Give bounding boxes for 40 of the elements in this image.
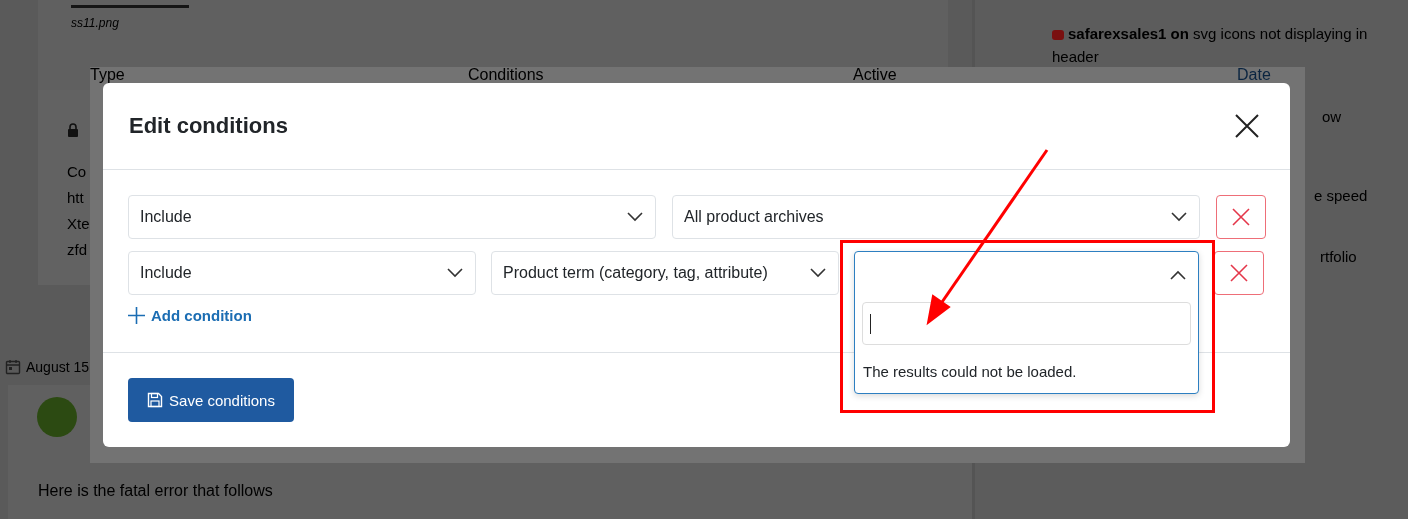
remove-button[interactable] bbox=[1214, 251, 1264, 295]
post-text: Here is the fatal error that follows bbox=[38, 482, 274, 500]
calendar-icon bbox=[5, 359, 21, 375]
select-field[interactable]: Include bbox=[128, 195, 656, 239]
search-field[interactable] bbox=[862, 302, 1191, 345]
post-text-line: Co bbox=[67, 162, 87, 182]
chevron-down-icon bbox=[627, 212, 643, 222]
select-dropdown[interactable]: The results could not be loaded. bbox=[854, 251, 1199, 394]
select-field[interactable]: Product term (category, tag, attribute) bbox=[491, 251, 839, 295]
avatar bbox=[37, 397, 77, 437]
close-icon bbox=[1232, 208, 1250, 226]
activity-text: ow bbox=[1322, 108, 1342, 125]
plus-icon bbox=[128, 307, 145, 324]
post-text-line: Xte bbox=[67, 214, 90, 234]
text-cursor-icon bbox=[870, 313, 871, 334]
column-header: Conditions bbox=[468, 67, 544, 83]
chevron-down-icon bbox=[1171, 212, 1187, 222]
attachment-caption: ss11.png bbox=[71, 16, 120, 30]
column-header: Active bbox=[853, 67, 897, 83]
chevron-down-icon bbox=[447, 268, 463, 278]
post-date: August 15 bbox=[26, 359, 90, 375]
close-icon[interactable] bbox=[1235, 114, 1259, 138]
post-text-line: zfd bbox=[67, 240, 87, 260]
column-header: Type bbox=[90, 67, 125, 83]
save-button[interactable]: Save conditions bbox=[128, 378, 294, 422]
post-text-line: htt bbox=[67, 188, 84, 208]
column-header: Date bbox=[1237, 67, 1271, 83]
dialog-title: Edit conditions bbox=[129, 113, 288, 139]
activity-text: safarexsales1 on svg icons not displaying in header bbox=[1052, 24, 1369, 67]
add-condition-button[interactable]: Add condition bbox=[128, 307, 252, 324]
dropdown-message: The results could not be loaded. bbox=[863, 363, 1077, 380]
lock-icon bbox=[67, 123, 79, 137]
chevron-up-icon bbox=[1170, 270, 1186, 280]
chevron-down-icon bbox=[810, 268, 826, 278]
activity-text: rtfolio bbox=[1320, 248, 1357, 265]
select-field[interactable]: All product archives bbox=[672, 195, 1200, 239]
close-icon bbox=[1230, 264, 1248, 282]
activity-text: e speed bbox=[1314, 187, 1368, 204]
remove-button[interactable] bbox=[1216, 195, 1266, 239]
select-field[interactable]: Include bbox=[128, 251, 476, 295]
